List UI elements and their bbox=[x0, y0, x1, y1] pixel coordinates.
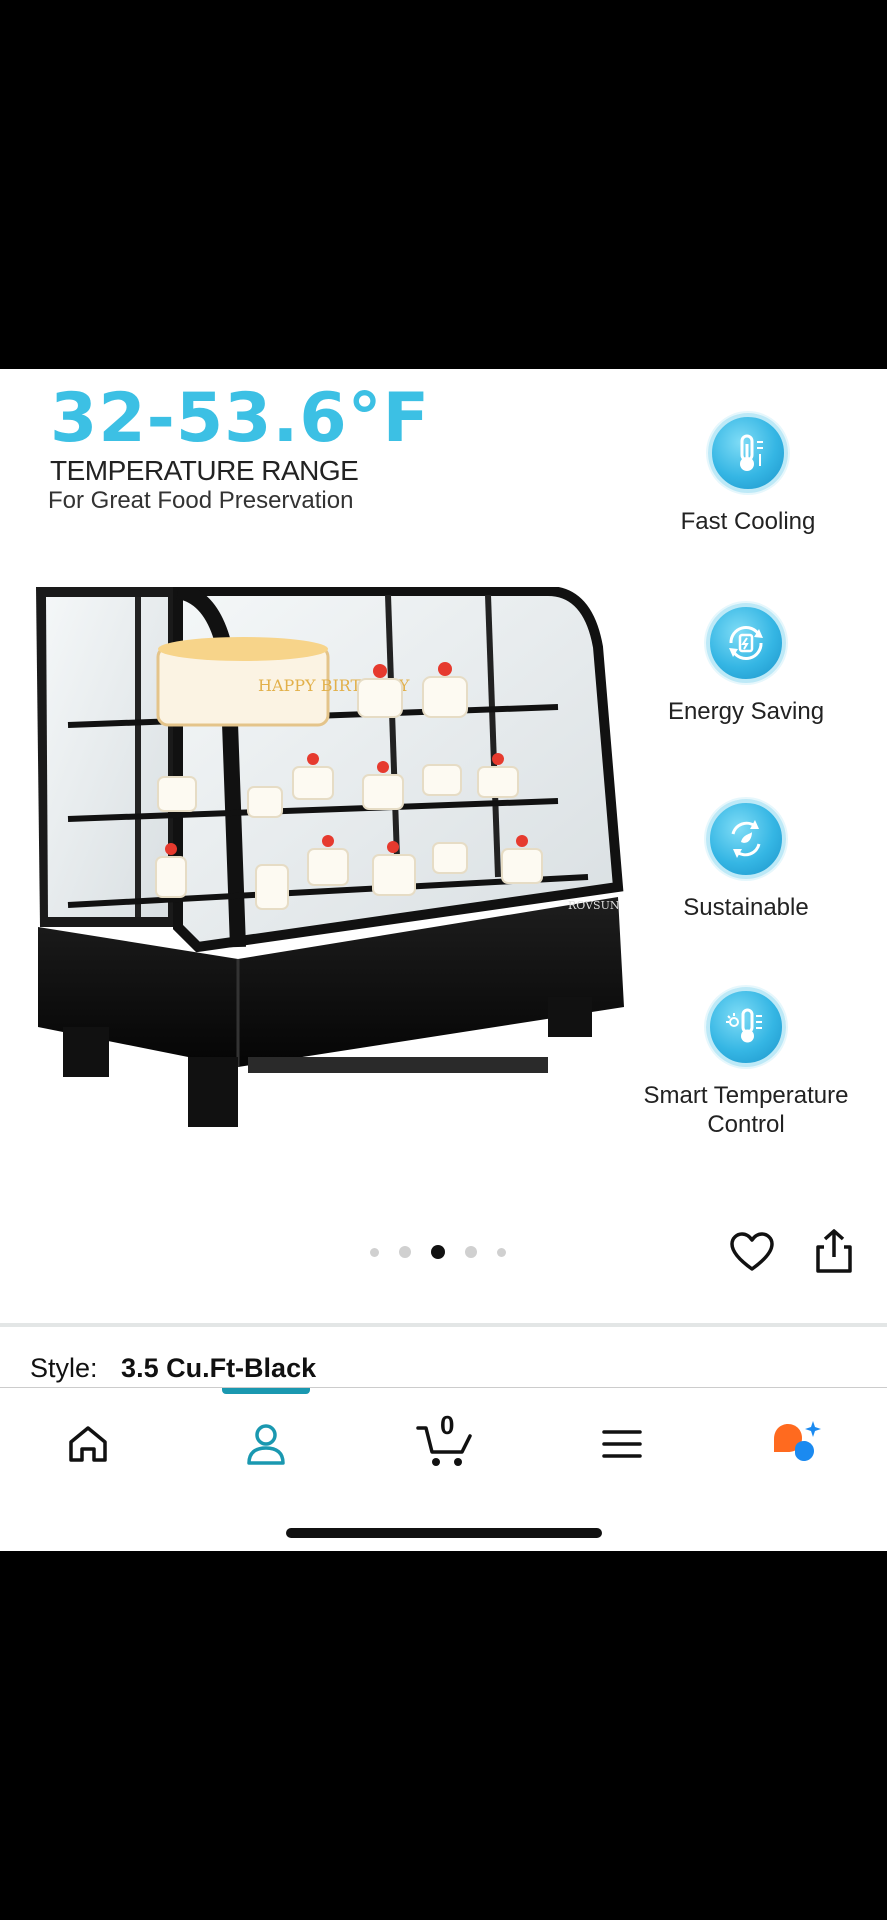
section-divider bbox=[0, 1323, 887, 1327]
share-button[interactable] bbox=[810, 1227, 858, 1275]
nav-account[interactable] bbox=[236, 1414, 296, 1474]
display-fridge-illustration: HAPPY BIRTHDAY ROVSUN bbox=[36, 587, 624, 1127]
feature-energy-saving: Energy Saving bbox=[626, 603, 866, 726]
bottom-black-area bbox=[0, 1551, 887, 1920]
carousel-dot[interactable] bbox=[399, 1246, 411, 1258]
heart-icon bbox=[730, 1232, 774, 1271]
feature-label: Energy Saving bbox=[667, 698, 825, 725]
active-tab-indicator bbox=[222, 1388, 310, 1394]
nav-home[interactable] bbox=[58, 1414, 118, 1474]
product-image[interactable]: 32-53.6°F TEMPERATURE RANGE For Great Fo… bbox=[0, 369, 887, 1273]
rufus-assistant-icon bbox=[774, 1421, 821, 1461]
menu-icon bbox=[602, 1430, 642, 1458]
feature-fast-cooling: Fast Cooling bbox=[628, 413, 868, 536]
home-indicator-bar[interactable] bbox=[286, 1528, 602, 1538]
style-selector[interactable]: Style: 3.5 Cu.Ft-Black bbox=[30, 1353, 316, 1384]
battery-cycle-icon bbox=[706, 603, 786, 683]
product-page: 32-53.6°F TEMPERATURE RANGE For Great Fo… bbox=[0, 369, 887, 1551]
feature-label: Fast Cooling bbox=[680, 508, 816, 535]
feature-sustainable: Sustainable bbox=[626, 799, 866, 922]
smart-thermometer-icon bbox=[706, 987, 786, 1067]
home-icon bbox=[69, 1426, 107, 1462]
feature-smart-temperature: Smart Temperature Control bbox=[626, 987, 866, 1139]
nav-menu[interactable] bbox=[592, 1414, 652, 1474]
feature-label: Smart Temperature Control bbox=[643, 1082, 849, 1138]
carousel-dots[interactable] bbox=[370, 1245, 506, 1259]
carousel-dot[interactable] bbox=[370, 1247, 379, 1257]
temperature-headline: 32-53.6°F bbox=[50, 379, 431, 458]
status-bar-area bbox=[0, 0, 887, 369]
nav-assistant[interactable] bbox=[766, 1414, 826, 1474]
style-label: Style: bbox=[30, 1353, 98, 1383]
recycle-icon bbox=[706, 799, 786, 879]
feature-label: Sustainable bbox=[683, 894, 809, 921]
bottom-navigation: 0 bbox=[0, 1387, 887, 1551]
carousel-dot-active[interactable] bbox=[431, 1245, 445, 1259]
temperature-range-title: TEMPERATURE RANGE bbox=[50, 455, 359, 486]
nav-cart[interactable]: 0 bbox=[412, 1410, 478, 1474]
style-value: 3.5 Cu.Ft-Black bbox=[121, 1353, 317, 1383]
thermometer-icon bbox=[708, 413, 788, 493]
carousel-dot[interactable] bbox=[465, 1246, 477, 1258]
share-icon bbox=[816, 1229, 852, 1273]
favorite-button[interactable] bbox=[728, 1229, 776, 1277]
person-icon bbox=[247, 1424, 285, 1465]
cart-count: 0 bbox=[440, 1410, 455, 1440]
brand-label: ROVSUN bbox=[568, 899, 620, 912]
temperature-caption: For Great Food Preservation bbox=[48, 487, 354, 514]
carousel-dot[interactable] bbox=[497, 1247, 506, 1257]
